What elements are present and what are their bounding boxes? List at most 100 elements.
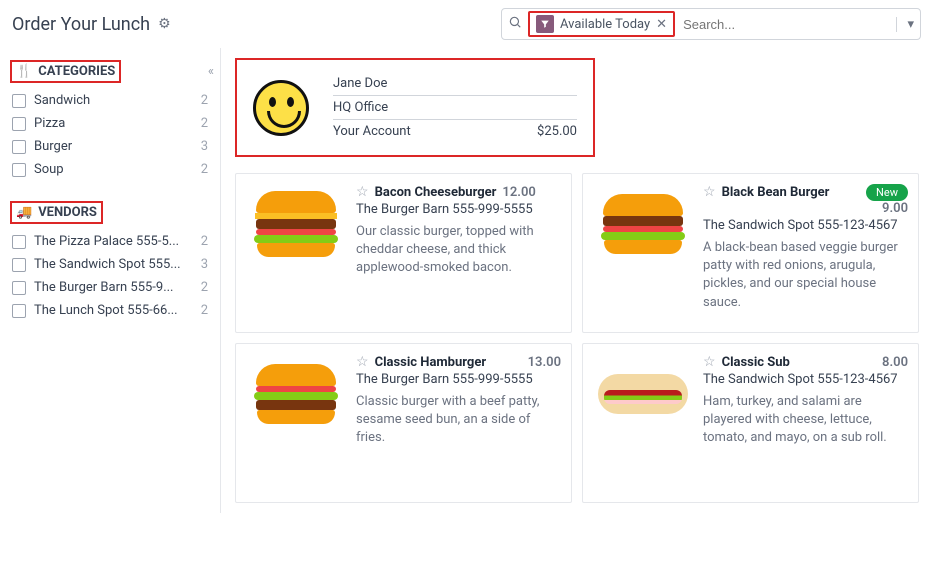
account-location: HQ Office xyxy=(333,100,388,115)
product-image xyxy=(593,354,693,434)
star-icon[interactable]: ☆ xyxy=(703,354,716,370)
search-bar[interactable]: Available Today ✕ ▾ xyxy=(501,8,921,40)
header: Order Your Lunch ⚙ Available Today ✕ ▾ xyxy=(0,0,933,48)
product-vendor: The Burger Barn 555-999-5555 xyxy=(356,372,561,387)
product-price: 8.00 xyxy=(882,355,908,370)
categories-title-text: CATEGORIES xyxy=(38,64,115,79)
product-head: ☆ Black Bean Burger New xyxy=(703,184,908,201)
vendors-title-text: VENDORS xyxy=(38,205,97,220)
product-body: ☆ Classic Sub 8.00 The Sandwich Spot 555… xyxy=(703,354,908,492)
product-desc: Classic burger with a beef patty, sesame… xyxy=(356,393,561,448)
categories-section: 🍴 CATEGORIES Sandwich 2 Pizza 2 Burger 3… xyxy=(10,60,210,181)
checkbox-icon[interactable] xyxy=(12,163,26,177)
category-label: Soup xyxy=(34,162,193,177)
title-text: Order Your Lunch xyxy=(12,14,150,35)
vendor-item[interactable]: The Burger Barn 555-9... 2 xyxy=(10,276,210,299)
sub-icon xyxy=(598,374,688,414)
account-location-row: HQ Office xyxy=(333,96,577,120)
product-vendor: The Burger Barn 555-999-5555 xyxy=(356,202,561,217)
account-info: Jane Doe HQ Office Your Account $25.00 xyxy=(333,72,577,143)
vendor-label: The Lunch Spot 555-66... xyxy=(34,303,193,318)
product-price: 12.00 xyxy=(502,185,535,200)
vendor-label: The Burger Barn 555-9... xyxy=(34,280,193,295)
burger-icon xyxy=(254,364,338,424)
product-body: ☆ Classic Hamburger 13.00 The Burger Bar… xyxy=(356,354,561,492)
collapse-icon[interactable]: « xyxy=(208,64,214,79)
categories-title: 🍴 CATEGORIES xyxy=(10,60,121,83)
account-label: Your Account xyxy=(333,124,411,139)
vendor-item[interactable]: The Sandwich Spot 555... 3 xyxy=(10,253,210,276)
burger-icon xyxy=(601,194,685,254)
vendor-label: The Sandwich Spot 555... xyxy=(34,257,193,272)
vendor-count: 3 xyxy=(201,257,208,272)
main: « 🍴 CATEGORIES Sandwich 2 Pizza 2 Burger… xyxy=(0,48,933,513)
product-card[interactable]: ☆ Bacon Cheeseburger 12.00 The Burger Ba… xyxy=(235,173,572,333)
avatar xyxy=(253,80,309,136)
product-body: ☆ Black Bean Burger New 9.00 The Sandwic… xyxy=(703,184,908,322)
filter-chip-label: Available Today xyxy=(560,17,650,32)
product-card[interactable]: ☆ Classic Hamburger 13.00 The Burger Bar… xyxy=(235,343,572,503)
new-badge: New xyxy=(866,184,908,201)
star-icon[interactable]: ☆ xyxy=(356,354,369,370)
category-item[interactable]: Pizza 2 xyxy=(10,112,210,135)
product-grid: ☆ Bacon Cheeseburger 12.00 The Burger Ba… xyxy=(235,173,919,503)
checkbox-icon[interactable] xyxy=(12,140,26,154)
category-count: 2 xyxy=(201,162,208,177)
checkbox-icon[interactable] xyxy=(12,281,26,295)
category-label: Burger xyxy=(34,139,193,154)
product-card[interactable]: ☆ Black Bean Burger New 9.00 The Sandwic… xyxy=(582,173,919,333)
checkbox-icon[interactable] xyxy=(12,258,26,272)
account-balance-row: Your Account $25.00 xyxy=(333,120,577,143)
product-vendor: The Sandwich Spot 555-123-4567 xyxy=(703,218,908,233)
product-price: 9.00 xyxy=(703,201,908,216)
vendor-count: 2 xyxy=(201,280,208,295)
content: Jane Doe HQ Office Your Account $25.00 xyxy=(220,48,933,513)
product-head: ☆ Classic Hamburger 13.00 xyxy=(356,354,561,370)
vendor-item[interactable]: The Pizza Palace 555-5... 2 xyxy=(10,230,210,253)
product-head: ☆ Bacon Cheeseburger 12.00 xyxy=(356,184,561,200)
star-icon[interactable]: ☆ xyxy=(703,184,716,200)
category-item[interactable]: Soup 2 xyxy=(10,158,210,181)
category-count: 3 xyxy=(201,139,208,154)
filter-icon xyxy=(536,15,554,33)
close-icon[interactable]: ✕ xyxy=(656,17,667,32)
checkbox-icon[interactable] xyxy=(12,94,26,108)
vendor-label: The Pizza Palace 555-5... xyxy=(34,234,193,249)
search-icon xyxy=(508,15,522,33)
category-item[interactable]: Burger 3 xyxy=(10,135,210,158)
vendor-count: 2 xyxy=(201,234,208,249)
product-vendor: The Sandwich Spot 555-123-4567 xyxy=(703,372,908,387)
star-icon[interactable]: ☆ xyxy=(356,184,369,200)
product-name: Bacon Cheeseburger xyxy=(375,185,497,200)
category-count: 2 xyxy=(201,116,208,131)
product-price: 13.00 xyxy=(528,355,561,370)
product-image xyxy=(246,354,346,434)
product-head: ☆ Classic Sub 8.00 xyxy=(703,354,908,370)
category-label: Pizza xyxy=(34,116,193,131)
chevron-down-icon[interactable]: ▾ xyxy=(896,17,914,32)
vendor-item[interactable]: The Lunch Spot 555-66... 2 xyxy=(10,299,210,322)
page-title: Order Your Lunch ⚙ xyxy=(12,14,171,35)
product-desc: A black-bean based veggie burger patty w… xyxy=(703,239,908,312)
product-name: Classic Sub xyxy=(722,355,790,370)
checkbox-icon[interactable] xyxy=(12,235,26,249)
product-image xyxy=(246,184,346,264)
search-input[interactable] xyxy=(681,16,886,33)
gear-icon[interactable]: ⚙ xyxy=(158,16,171,32)
checkbox-icon[interactable] xyxy=(12,304,26,318)
product-desc: Ham, turkey, and salami are playered wit… xyxy=(703,393,908,448)
vendors-title: 🚚 VENDORS xyxy=(10,201,103,224)
filter-chip[interactable]: Available Today ✕ xyxy=(528,11,675,37)
checkbox-icon[interactable] xyxy=(12,117,26,131)
product-card[interactable]: ☆ Classic Sub 8.00 The Sandwich Spot 555… xyxy=(582,343,919,503)
account-balance: $25.00 xyxy=(537,124,577,139)
vendors-section: 🚚 VENDORS The Pizza Palace 555-5... 2 Th… xyxy=(10,201,210,322)
sidebar: « 🍴 CATEGORIES Sandwich 2 Pizza 2 Burger… xyxy=(0,48,220,513)
account-name-row: Jane Doe xyxy=(333,72,577,96)
product-name: Black Bean Burger xyxy=(722,185,830,200)
product-image xyxy=(593,184,693,264)
category-item[interactable]: Sandwich 2 xyxy=(10,89,210,112)
utensils-icon: 🍴 xyxy=(16,64,32,79)
category-count: 2 xyxy=(201,93,208,108)
product-body: ☆ Bacon Cheeseburger 12.00 The Burger Ba… xyxy=(356,184,561,322)
